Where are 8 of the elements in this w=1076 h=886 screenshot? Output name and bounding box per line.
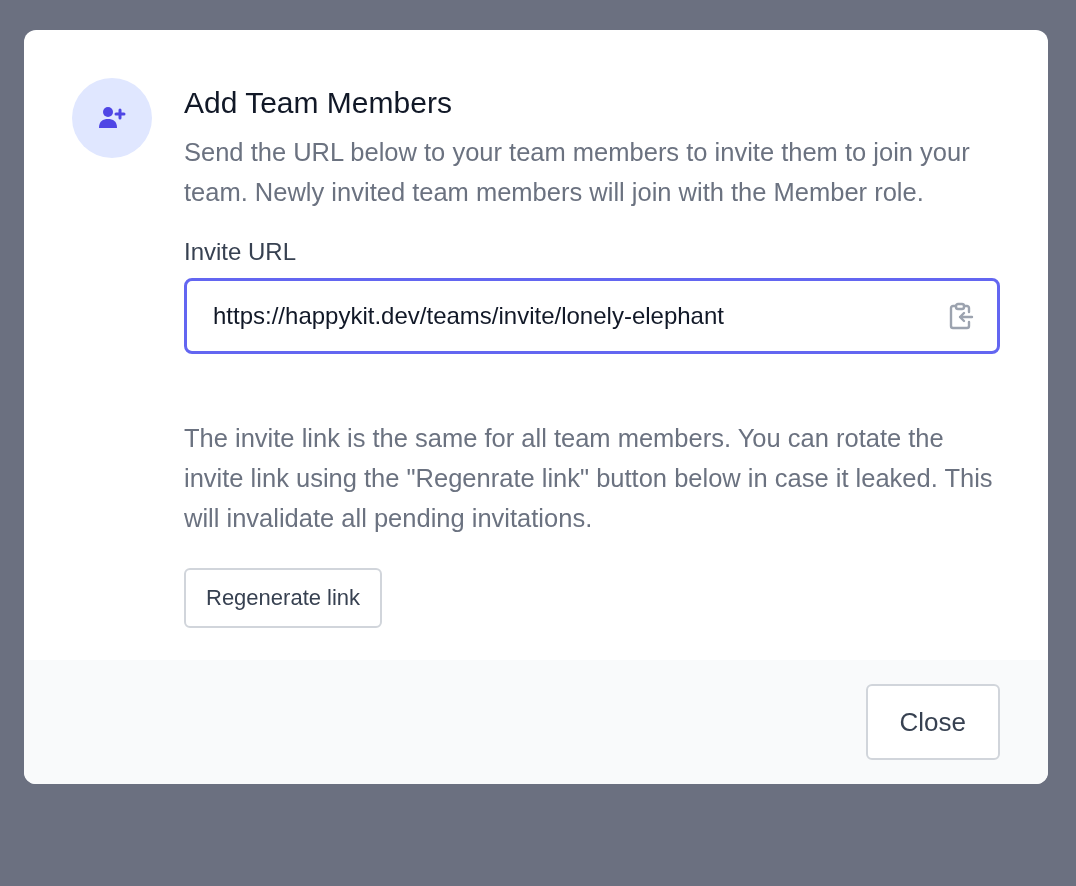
dialog-description: Send the URL below to your team members to invite them to join your team. Newly invited team members will join with the Member role. <box>184 137 971 208</box>
invite-note: The invite link is the same for all team members. You can rotate the invite link using the "Regenrate link" button below in case it leaked. This will invalidate all pending invitations. <box>184 423 994 534</box>
field-label: Invite URL <box>184 238 298 266</box>
invite-url-field[interactable]: https://happykit.dev/teams/invite/lonely-elephant <box>184 278 1000 354</box>
clipboard-icon[interactable] <box>948 302 974 330</box>
dialog-title: Add Team Members <box>184 86 453 120</box>
regenerate-link-button[interactable]: Regenerate link <box>184 568 383 628</box>
close-button[interactable]: Close <box>865 684 1000 760</box>
